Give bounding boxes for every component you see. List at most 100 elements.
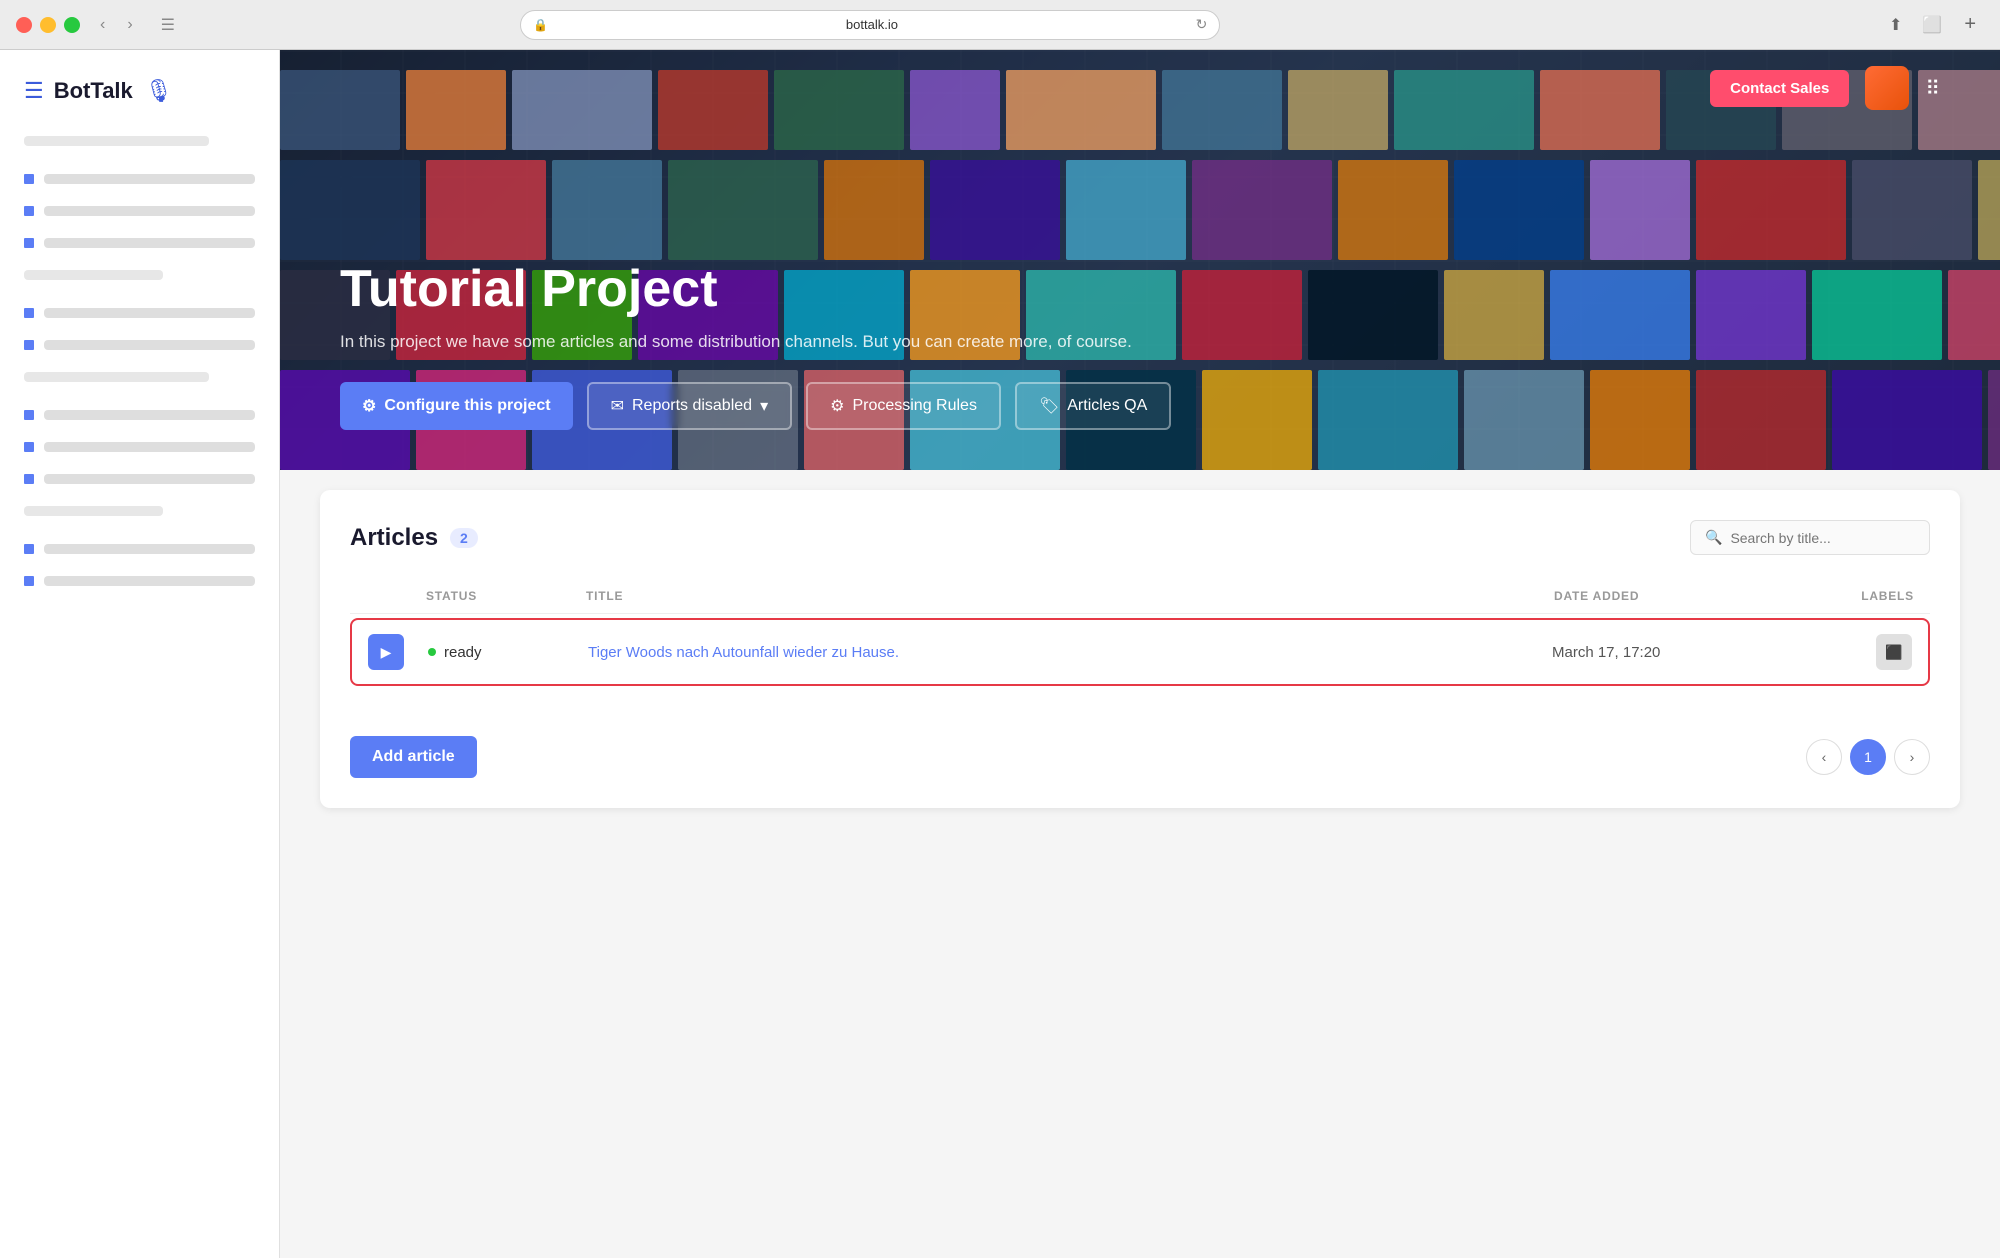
back-button[interactable]: ‹: [92, 12, 113, 38]
forward-button[interactable]: ›: [119, 12, 140, 38]
sidebar-item[interactable]: [0, 300, 279, 326]
app-layout: ☰ BotTalk 🎙: [0, 50, 2000, 1258]
logo-wave-icon: 🎙: [145, 78, 173, 104]
col-header-title: TITLE: [586, 589, 1554, 603]
avatar: [1865, 66, 1909, 110]
nav-buttons: ‹ ›: [92, 12, 141, 38]
sidebar-item[interactable]: [0, 230, 279, 256]
articles-count-badge: 2: [450, 528, 478, 548]
configure-label: Configure this project: [384, 397, 550, 415]
pagination: ‹ 1 ›: [1806, 739, 1930, 775]
sidebar-dot-icon: [24, 474, 34, 484]
articles-qa-icon: 🏷: [1039, 396, 1059, 416]
sidebar-item[interactable]: [0, 434, 279, 460]
sidebar-item[interactable]: [0, 536, 279, 562]
maximize-button[interactable]: [64, 17, 80, 33]
articles-header: Articles 2 🔍: [350, 520, 1930, 555]
col-header-status: STATUS: [426, 589, 586, 603]
play-icon: ▶: [381, 644, 392, 661]
articles-footer: Add article ‹ 1 ›: [350, 716, 1930, 778]
col-header-date: DATE ADDED: [1554, 589, 1754, 603]
sidebar-item[interactable]: [0, 332, 279, 358]
col-header-empty: [366, 589, 426, 603]
play-button[interactable]: ▶: [368, 634, 404, 670]
sidebar-blur-item: [24, 136, 209, 146]
reload-icon[interactable]: ↻: [1196, 16, 1208, 33]
sidebar-group-1: [0, 166, 279, 594]
sidebar-blur-item: [24, 270, 163, 280]
sidebar-item[interactable]: [0, 568, 279, 594]
table-header: STATUS TITLE DATE ADDED LABELS: [350, 579, 1930, 614]
sidebar-item-label: [44, 576, 255, 586]
col-header-labels: LABELS: [1754, 589, 1914, 603]
main-content: Contact Sales ⠿ Tutorial Project In this…: [280, 50, 2000, 1258]
reports-label: Reports disabled: [632, 397, 752, 415]
hero-top-right: Contact Sales ⠿: [1710, 66, 1940, 110]
sidebar-item-label: [44, 442, 255, 452]
configure-icon: ⚙: [362, 396, 376, 416]
sidebar-item[interactable]: [0, 198, 279, 224]
search-icon: 🔍: [1705, 529, 1722, 546]
articles-qa-button[interactable]: 🏷 Articles QA: [1015, 382, 1171, 430]
processing-icon: ⚙: [830, 396, 844, 416]
prev-page-button[interactable]: ‹: [1806, 739, 1842, 775]
sidebar-item-label: [44, 238, 255, 248]
sidebar-section-2: [0, 262, 279, 296]
sidebar-dot-icon: [24, 442, 34, 452]
sidebar-section-3: [0, 364, 279, 398]
reports-button[interactable]: ✉ Reports disabled ▾: [587, 382, 793, 430]
sidebar-item-label: [44, 308, 255, 318]
url-bar[interactable]: 🔒 bottalk.io ↻: [520, 10, 1220, 40]
labels-button[interactable]: ⬛: [1876, 634, 1912, 670]
configure-project-button[interactable]: ⚙ Configure this project: [340, 382, 573, 430]
page-1-button[interactable]: 1: [1850, 739, 1886, 775]
sidebar-item-label: [44, 174, 255, 184]
sidebar: ☰ BotTalk 🎙: [0, 50, 280, 1258]
articles-section: Articles 2 🔍 STATUS TITLE DATE ADDED LAB…: [320, 490, 1960, 808]
search-input[interactable]: [1730, 530, 1915, 546]
add-article-button[interactable]: Add article: [350, 736, 477, 778]
sidebar-item-label: [44, 544, 255, 554]
add-tab-button[interactable]: +: [1956, 11, 1984, 39]
minimize-button[interactable]: [40, 17, 56, 33]
sidebar-blur-item: [24, 506, 163, 516]
sidebar-item[interactable]: [0, 166, 279, 192]
sidebar-item[interactable]: [0, 402, 279, 428]
article-title-link[interactable]: Tiger Woods nach Autounfall wieder zu Ha…: [588, 644, 1552, 661]
articles-title: Articles: [350, 524, 438, 552]
next-page-button[interactable]: ›: [1894, 739, 1930, 775]
sidebar-dot-icon: [24, 544, 34, 554]
sidebar-dot-icon: [24, 174, 34, 184]
project-description: In this project we have some articles an…: [340, 332, 1940, 352]
sidebar-toggle-button[interactable]: ☰: [153, 11, 183, 39]
logo-brand: BotTalk: [54, 78, 133, 104]
sidebar-item[interactable]: [0, 466, 279, 492]
sidebar-item-label: [44, 410, 255, 420]
project-title: Tutorial Project: [340, 261, 1940, 318]
sidebar-item-label: [44, 474, 255, 484]
browser-actions: ⬆ ⬜ +: [1883, 11, 1984, 39]
traffic-lights: [16, 17, 80, 33]
articles-title-row: Articles 2: [350, 524, 478, 552]
url-text: bottalk.io: [556, 17, 1187, 32]
sidebar-dot-icon: [24, 410, 34, 420]
grid-icon[interactable]: ⠿: [1925, 76, 1940, 101]
contact-sales-button[interactable]: Contact Sales: [1710, 70, 1849, 107]
sidebar-dot-icon: [24, 576, 34, 586]
sidebar-item-label: [44, 206, 255, 216]
sidebar-section-1: [0, 128, 279, 162]
articles-qa-label: Articles QA: [1067, 397, 1147, 415]
close-button[interactable]: [16, 17, 32, 33]
article-date: March 17, 17:20: [1552, 644, 1752, 661]
lock-icon: 🔒: [533, 18, 548, 32]
sidebar-section-4: [0, 498, 279, 532]
processing-rules-button[interactable]: ⚙ Processing Rules: [806, 382, 1001, 430]
hero-section: Contact Sales ⠿ Tutorial Project In this…: [280, 50, 2000, 470]
sidebar-dot-icon: [24, 206, 34, 216]
reader-view-button[interactable]: ⬜: [1916, 11, 1948, 39]
processing-label: Processing Rules: [852, 397, 977, 415]
share-button[interactable]: ⬆: [1883, 11, 1908, 39]
status-dot-icon: [428, 648, 436, 656]
browser-chrome: ‹ › ☰ 🔒 bottalk.io ↻ ⬆ ⬜ +: [0, 0, 2000, 50]
sidebar-dot-icon: [24, 308, 34, 318]
